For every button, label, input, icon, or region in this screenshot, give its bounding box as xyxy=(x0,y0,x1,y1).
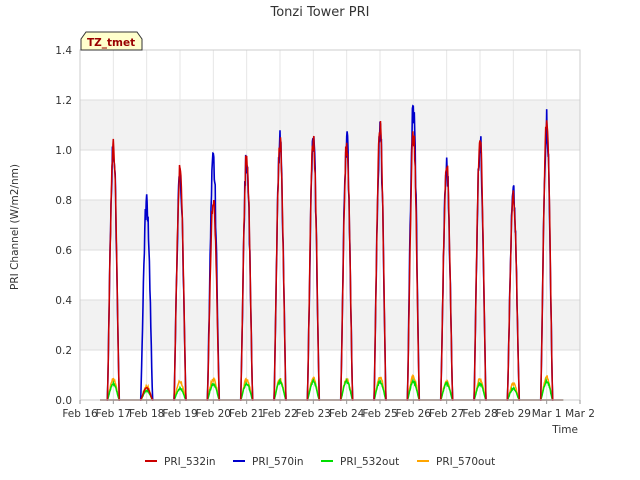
y-tick-label: 0.0 xyxy=(55,395,72,407)
y-axis-label: PRI Channel (W/m2/nm) xyxy=(9,164,21,290)
x-tick-label: Mar 2 xyxy=(565,408,595,420)
y-tick-label: 0.6 xyxy=(55,245,72,257)
x-tick-label: Feb 20 xyxy=(196,408,231,420)
x-tick-label: Feb 26 xyxy=(396,408,432,420)
grid-band xyxy=(80,300,580,350)
grid-band xyxy=(80,100,580,150)
x-tick-label: Feb 18 xyxy=(129,408,164,420)
y-tick-label: 1.4 xyxy=(55,45,72,57)
y-tick-label: 0.2 xyxy=(55,345,72,357)
plot-bands xyxy=(80,100,580,350)
x-tick-label: Feb 17 xyxy=(96,408,131,420)
chart: Tonzi Tower PRI 0.0 0.2 0.4 0.6 0.8 1.0 1.2 1.4… xyxy=(0,0,640,480)
annotation-box: TZ_tmet xyxy=(80,31,143,51)
x-axis-label: Time xyxy=(551,424,578,436)
legend-label: PRI_532out xyxy=(340,456,399,468)
y-tick-label: 0.8 xyxy=(55,195,72,207)
y-tick-label: 0.4 xyxy=(55,295,72,307)
chart-title: Tonzi Tower PRI xyxy=(270,5,370,20)
y-tick-label: 1.2 xyxy=(55,95,72,107)
grid-band xyxy=(80,200,580,250)
legend-label: PRI_532in xyxy=(164,456,216,468)
x-tick-label: Feb 22 xyxy=(262,408,297,420)
x-tick-label: Feb 25 xyxy=(362,408,397,420)
x-tick-label: Feb 24 xyxy=(329,408,365,420)
x-tick-label: Feb 28 xyxy=(462,408,497,420)
legend-label: PRI_570out xyxy=(436,456,495,468)
x-tick-label: Feb 16 xyxy=(62,408,98,420)
x-tick-label: Mar 1 xyxy=(532,408,562,420)
x-tick-label: Feb 21 xyxy=(229,408,264,420)
x-tick-label: Feb 29 xyxy=(496,408,531,420)
legend-label: PRI_570in xyxy=(252,456,304,468)
x-tick-label: Feb 27 xyxy=(429,408,464,420)
annotation-text: TZ_tmet xyxy=(87,37,135,49)
y-tick-label: 1.0 xyxy=(55,145,72,157)
x-tick-label: Feb 19 xyxy=(162,408,197,420)
x-tick-label: Feb 23 xyxy=(296,408,331,420)
